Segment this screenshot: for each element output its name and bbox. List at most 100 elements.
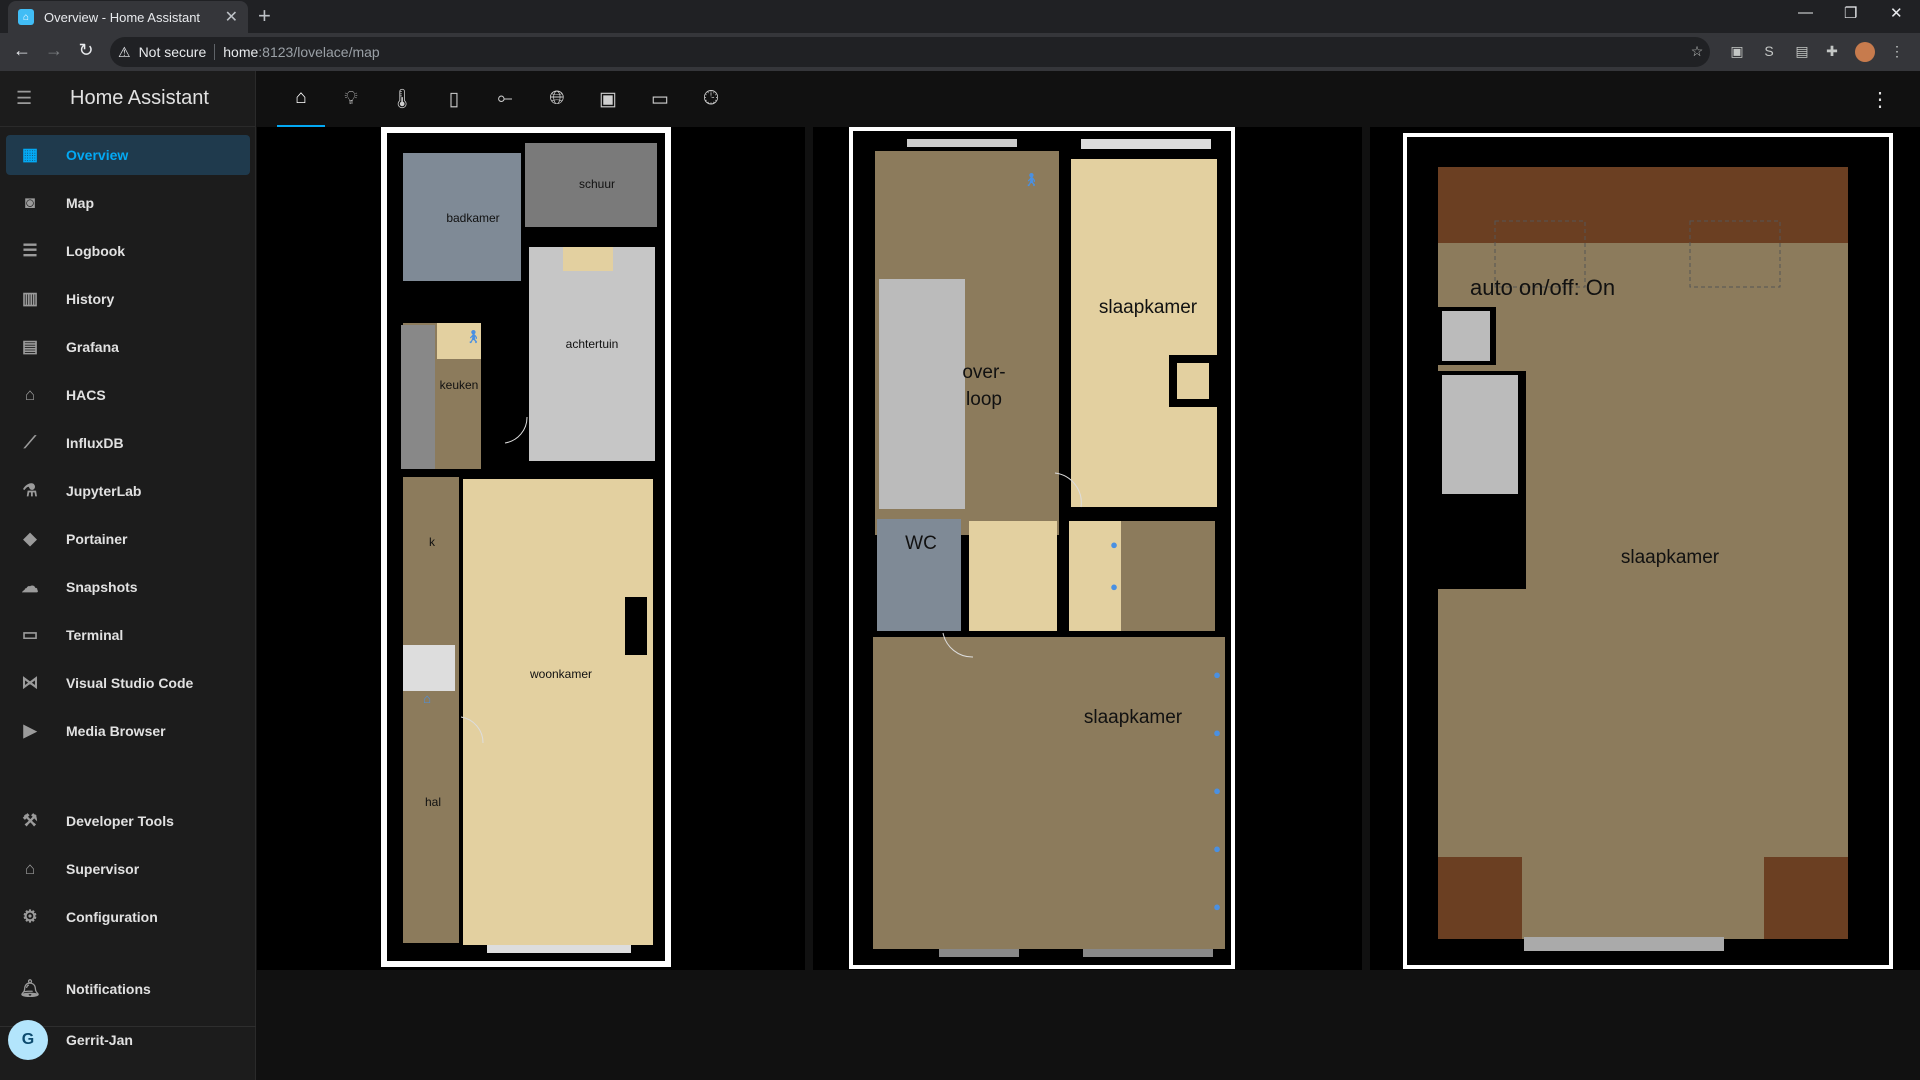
extension-lock-icon[interactable]: ▤ (1793, 42, 1811, 60)
extension-cast-icon[interactable]: ▣ (1728, 42, 1746, 60)
room-wc[interactable]: WC (881, 533, 961, 555)
sidebar-item-notifications[interactable]: 🔔︎ Notifications (6, 969, 250, 1009)
tab-tablet[interactable]: ▣ (584, 71, 632, 127)
extensions-puzzle-icon[interactable]: ✚ (1823, 42, 1841, 60)
back-icon[interactable]: ← (10, 40, 34, 61)
lightbulb-icon[interactable]: ● (1211, 899, 1223, 915)
vscode-icon: ⋈ (21, 673, 39, 692)
sidebar-item-map[interactable]: ◙ Map (6, 183, 250, 223)
sidebar-item-media-browser[interactable]: ▶ Media Browser (6, 711, 250, 751)
tab-switches[interactable]: ⟜ (481, 71, 529, 127)
sidebar-item-influxdb[interactable]: ⟋ InfluxDB (6, 423, 250, 463)
url-path: :8123/lovelace/map (258, 44, 380, 60)
room-overloop[interactable]: over- loop (949, 359, 1019, 413)
sidebar-item-logbook[interactable]: ☰ Logbook (6, 231, 250, 271)
room-slaapkamer-front[interactable]: slaapkamer (1083, 297, 1213, 319)
sidebar-item-overview[interactable]: ▦ Overview (6, 135, 250, 175)
hacs-icon: ⌂ (24, 385, 36, 404)
minimize-window-button[interactable]: — (1798, 4, 1813, 21)
sidebar-item-developer-tools[interactable]: ⚒ Developer Tools (6, 801, 250, 841)
close-tab-icon[interactable]: ✕ (225, 7, 238, 27)
sidebar-item-vscode[interactable]: ⋈ Visual Studio Code (6, 663, 250, 703)
browser-tab-title: Overview - Home Assistant (44, 9, 201, 25)
floorplan-attic-card: auto on/off: On slaapkamer (1370, 127, 1920, 970)
thermometer-icon: 🌡︎ (389, 89, 415, 110)
attic-status-label: auto on/off: On (1470, 275, 1616, 300)
terminal-icon: ▭ (21, 625, 39, 644)
tab-monitor[interactable]: ▭ (636, 71, 684, 127)
room-badkamer[interactable]: badkamer (433, 211, 513, 225)
motion-sensor-icon[interactable]: 🚶︎ (465, 329, 482, 345)
forward-icon[interactable]: → (42, 40, 66, 61)
cloud-icon: ☁ (21, 577, 39, 596)
sidebar-item-label: Overview (66, 147, 129, 163)
lightbulb-icon[interactable]: ● (1211, 841, 1223, 857)
room-keuken[interactable]: keuken (437, 378, 481, 392)
sidebar-item-grafana[interactable]: ▤ Grafana (6, 327, 250, 367)
address-bar[interactable]: ⚠ Not secure home:8123/lovelace/map (110, 37, 1710, 67)
lightbulb-icon[interactable]: ● (1211, 725, 1223, 741)
sidebar-item-jupyterlab[interactable]: ⚗ JupyterLab (6, 471, 250, 511)
browser-profile-avatar[interactable] (1855, 42, 1875, 62)
home-presence-icon[interactable]: ⌂ (421, 691, 433, 707)
lightbulb-icon[interactable]: ● (1211, 667, 1223, 683)
lightbulb-icon[interactable]: ● (1108, 537, 1120, 553)
battery-icon: ▯ (448, 88, 460, 110)
extension-s-icon[interactable]: S (1760, 42, 1778, 60)
sidebar: ☰ Home Assistant ▦ Overview ◙ Map ☰ Logb… (0, 71, 256, 1080)
sidebar-item-profile[interactable]: G Gerrit-Jan (6, 1017, 250, 1063)
motion-sensor-icon[interactable]: 🚶︎ (1023, 172, 1040, 188)
lightbulb-icon[interactable]: ● (1108, 579, 1120, 595)
room-schuur[interactable]: schuur (547, 177, 647, 191)
sidebar-item-snapshots[interactable]: ☁ Snapshots (6, 567, 250, 607)
hammer-icon: ⚒ (22, 811, 38, 830)
security-label: Not secure (138, 44, 207, 60)
browser-toolbar: ← → ↻ ⚠ Not secure home:8123/lovelace/ma… (0, 33, 1920, 71)
warning-icon: ⚠ (118, 43, 131, 60)
sidebar-item-terminal[interactable]: ▭ Terminal (6, 615, 250, 655)
play-box-icon: ▶ (23, 721, 37, 740)
sidebar-item-supervisor[interactable]: ⌂ Supervisor (6, 849, 250, 889)
tab-climate[interactable]: 🌡︎ (378, 71, 426, 127)
tab-battery[interactable]: ▯ (430, 71, 478, 127)
whale-icon: ◆ (23, 529, 37, 548)
room-k[interactable]: k (417, 535, 447, 549)
cog-icon: ⚙ (22, 907, 38, 926)
close-window-button[interactable]: ✕ (1890, 4, 1903, 22)
bookmark-star-icon[interactable]: ☆ (1688, 42, 1706, 60)
app-title: Home Assistant (70, 87, 209, 109)
new-tab-button[interactable]: + (258, 4, 271, 28)
tab-network[interactable]: 🌐︎ (533, 71, 581, 127)
influxdb-icon: ⟋ (24, 433, 36, 452)
menu-collapse-icon[interactable]: ☰ (16, 88, 40, 109)
browser-tab[interactable]: ⌂ Overview - Home Assistant ✕ (8, 1, 248, 33)
tab-home[interactable]: ⌂ (277, 71, 325, 127)
room-woonkamer[interactable]: woonkamer (501, 667, 621, 681)
switch-icon: ⟜ (497, 88, 513, 109)
logbook-icon: ☰ (22, 241, 38, 260)
floorplan-first-card: over- loop slaapkamer WC slaapkamer 🚶︎ ●… (813, 127, 1362, 970)
sidebar-item-configuration[interactable]: ⚙ Configuration (6, 897, 250, 937)
room-slaapkamer-attic[interactable]: slaapkamer (1600, 547, 1740, 569)
browser-tabstrip: ⌂ Overview - Home Assistant ✕ + — ❐ ✕ (0, 0, 1920, 33)
home-icon: ⌂ (295, 87, 307, 108)
room-slaapkamer-back[interactable]: slaapkamer (1063, 707, 1203, 729)
browser-menu-icon[interactable]: ⋮ (1888, 42, 1906, 60)
sidebar-item-history[interactable]: ▥ History (6, 279, 250, 319)
room-hal[interactable]: hal (413, 795, 453, 809)
avatar: G (8, 1020, 48, 1060)
sidebar-item-portainer[interactable]: ◆ Portainer (6, 519, 250, 559)
overflow-menu-icon[interactable]: ⋮ (1870, 87, 1890, 112)
reload-icon[interactable]: ↻ (74, 40, 98, 61)
sidebar-item-hacs[interactable]: ⌂ HACS (6, 375, 250, 415)
lightbulb-icon[interactable]: ● (1211, 783, 1223, 799)
tab-clock[interactable]: 🕒︎ (687, 71, 735, 127)
tab-lights[interactable]: 💡︎ (327, 71, 375, 127)
restore-window-button[interactable]: ❐ (1844, 4, 1857, 22)
web-icon: 🌐︎ (549, 88, 565, 109)
floorplan-ground (381, 127, 671, 967)
room-achtertuin[interactable]: achtertuin (542, 337, 642, 351)
clock-icon: 🕒︎ (703, 88, 719, 109)
sidebar-item-label: Logbook (66, 243, 126, 259)
floorplan-ground-card: badkamer schuur achtertuin keuken k woon… (257, 127, 805, 970)
